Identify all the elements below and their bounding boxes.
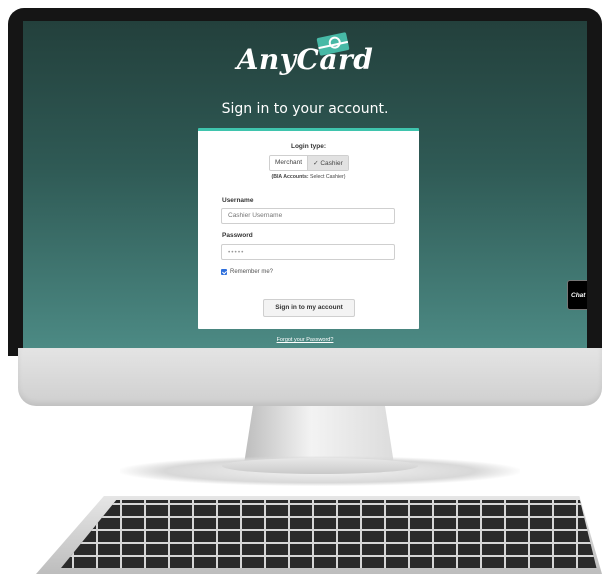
login-card: Login type: Merchant ✓ Cashier (BIA Acco… xyxy=(198,128,419,329)
remember-label: Remember me? xyxy=(230,269,274,275)
cashier-option[interactable]: ✓ Cashier xyxy=(307,156,348,170)
login-type-label: Login type: xyxy=(290,143,327,150)
keyboard-keys xyxy=(61,500,597,568)
password-field[interactable]: ••••• xyxy=(221,244,395,260)
bia-note-rest: Select Cashier) xyxy=(308,174,346,180)
monitor-chin xyxy=(18,348,602,406)
screen: AnyCard Sign in to your account. Login t… xyxy=(23,21,587,348)
username-label: Username xyxy=(222,197,254,204)
forgot-password-link[interactable]: Forgot your Password? xyxy=(23,337,587,343)
login-type-toggle: Merchant ✓ Cashier xyxy=(269,155,349,171)
page-title: Sign in to your account. xyxy=(221,101,389,117)
bia-note: (BIA Accounts: Select Cashier) xyxy=(198,174,419,180)
logo-text: AnyCard xyxy=(236,43,374,76)
stand-base xyxy=(222,458,418,474)
sign-in-button[interactable]: Sign in to my account xyxy=(263,299,355,317)
bia-note-bold: (BIA Accounts: xyxy=(271,174,309,180)
chat-widget[interactable]: Chat wi xyxy=(567,280,587,310)
merchant-option[interactable]: Merchant xyxy=(270,156,308,170)
brand-logo: AnyCard xyxy=(23,32,587,76)
remember-me[interactable]: Remember me? xyxy=(221,269,273,275)
password-label: Password xyxy=(222,232,253,239)
username-field[interactable] xyxy=(221,208,395,224)
remember-checkbox[interactable] xyxy=(221,269,227,275)
